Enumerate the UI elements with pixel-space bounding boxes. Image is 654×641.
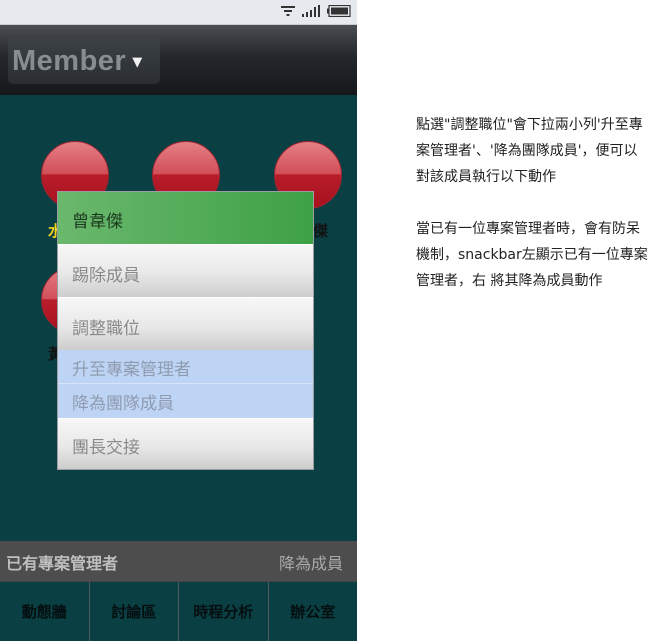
- bottom-tab-bar: 動態牆 討論區 時程分析 辦公室: [0, 581, 357, 641]
- demote-to-member-item[interactable]: 降為團隊成員: [58, 384, 313, 418]
- snackbar: 已有專案管理者 降為成員: [0, 541, 357, 581]
- menu-item-label: 降為團隊成員: [72, 394, 174, 414]
- tab-schedule-analysis[interactable]: 時程分析: [179, 582, 269, 641]
- menu-header: 曾韋傑: [58, 192, 313, 244]
- menu-item-label: 升至專案管理者: [72, 360, 191, 380]
- annotation-paragraph: 當已有一位專案管理者時，會有防呆機制，snackbar左顯示已有一位專案管理者，…: [416, 221, 648, 289]
- wifi-icon: [281, 6, 295, 16]
- snackbar-message: 已有專案管理者: [6, 554, 119, 573]
- annotation-paragraph: 點選"調整職位"會下拉兩小列'升至專案管理者'、'降為團隊成員'，便可以對該成員…: [416, 117, 643, 185]
- adjust-role-item[interactable]: 調整職位: [58, 297, 313, 350]
- selected-member-name: 曾韋傑: [72, 212, 123, 232]
- tab-office[interactable]: 辦公室: [269, 582, 358, 641]
- snackbar-action-button[interactable]: 降為成員: [279, 550, 343, 574]
- member-action-menu: 曾韋傑 踢除成員 調整職位 升至專案管理者 降為團隊成員 團長交接: [57, 191, 314, 470]
- phone-screen: Member ▼ 水 傑 黃 曾韋傑 踢除成員 調整職位 升至專案管理者 降為團…: [0, 0, 357, 641]
- kick-member-item[interactable]: 踢除成員: [58, 244, 313, 297]
- page-title: Member: [12, 44, 127, 77]
- app-header: Member ▼: [0, 25, 357, 95]
- menu-item-label: 團長交接: [72, 438, 140, 458]
- menu-item-label: 調整職位: [72, 319, 140, 339]
- battery-icon: [327, 5, 351, 17]
- status-bar: [0, 0, 357, 25]
- member-title-dropdown[interactable]: Member ▼: [8, 38, 160, 84]
- signal-icon: [302, 5, 320, 17]
- annotation-text: 點選"調整職位"會下拉兩小列'升至專案管理者'、'降為團隊成員'，便可以對該成員…: [416, 112, 648, 320]
- tab-activity-wall[interactable]: 動態牆: [0, 582, 90, 641]
- caret-down-icon: ▼: [132, 54, 143, 70]
- tab-discussion[interactable]: 討論區: [90, 582, 179, 641]
- promote-to-manager-item[interactable]: 升至專案管理者: [58, 350, 313, 384]
- member-name: 傑: [313, 222, 329, 240]
- transfer-leader-item[interactable]: 團長交接: [58, 418, 313, 469]
- menu-item-label: 踢除成員: [72, 266, 140, 286]
